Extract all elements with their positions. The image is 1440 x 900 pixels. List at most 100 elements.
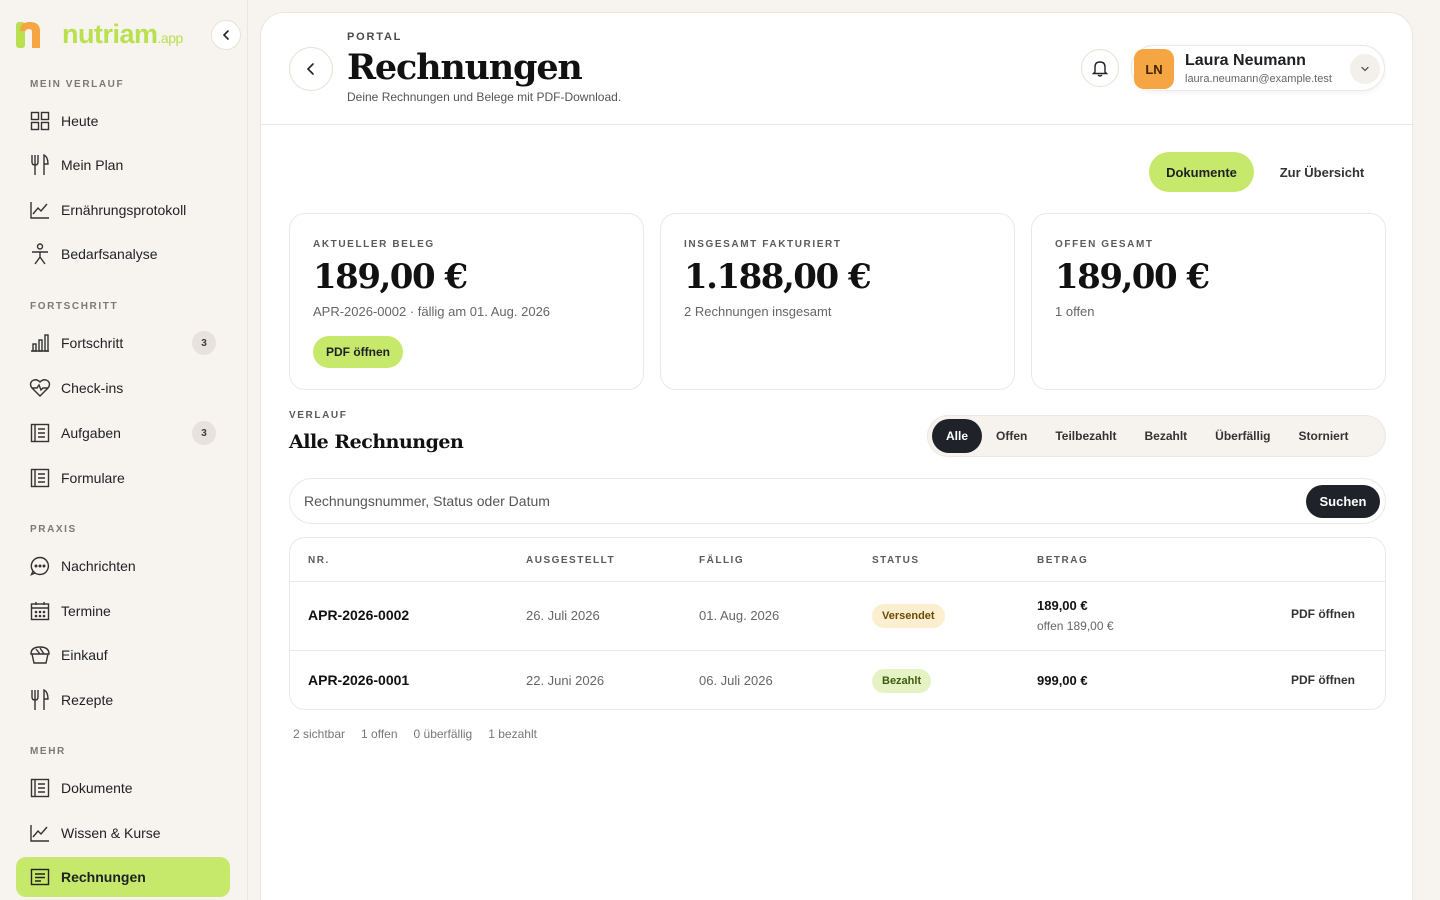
person-icon [29, 243, 51, 265]
open-pdf-button[interactable]: PDF öffnen [313, 336, 403, 368]
documents-button[interactable]: Dokumente [1149, 152, 1254, 192]
nav-section-praxis: PRAXIS [30, 524, 77, 535]
history-title: Alle Rechnungen [289, 431, 464, 453]
column-header-nr: NR. [308, 555, 330, 566]
table-header: NR. AUSGESTELLT FÄLLIG STATUS BETRAG [290, 538, 1385, 582]
heart-pulse-icon [29, 377, 51, 399]
avatar: LN [1134, 49, 1174, 89]
open-pdf-link[interactable]: PDF öffnen [1291, 673, 1355, 687]
column-header-issued: AUSGESTELLT [526, 555, 616, 566]
sidebar-item-formulare[interactable]: Formulare [16, 458, 230, 498]
history-eyebrow: VERLAUF [289, 410, 348, 421]
grid-icon [29, 110, 51, 132]
form-icon [29, 467, 51, 489]
stat-card-current: AKTUELLER BELEG 189,00 € APR-2026-0002 ·… [289, 213, 644, 390]
sidebar-item-ernaehrungsprotokoll[interactable]: Ernährungsprotokoll [16, 190, 230, 230]
nav-section-fortschritt: FORTSCHRITT [30, 301, 119, 312]
filter-ueberfaellig[interactable]: Überfällig [1201, 419, 1284, 453]
user-email: laura.neumann@example.test [1185, 73, 1332, 85]
sidebar-item-heute[interactable]: Heute [16, 101, 230, 141]
sidebar-item-termine[interactable]: Termine [16, 591, 230, 631]
brand-name: nutriam.app [62, 18, 183, 49]
overview-button[interactable]: Zur Übersicht [1266, 152, 1378, 192]
summary-counts: 2 sichtbar 1 offen 0 überfällig 1 bezahl… [293, 727, 537, 741]
column-header-amount: BETRAG [1037, 555, 1089, 566]
sidebar-item-mein-plan[interactable]: Mein Plan [16, 145, 230, 185]
open-pdf-link[interactable]: PDF öffnen [1291, 607, 1355, 621]
calendar-icon [29, 600, 51, 622]
count-badge: 3 [192, 421, 216, 445]
sidebar-item-label: Ernährungsprotokoll [61, 202, 187, 218]
count-open: 1 offen [361, 727, 398, 741]
filter-storniert[interactable]: Storniert [1285, 419, 1363, 453]
status-badge: Versendet [872, 604, 945, 628]
sidebar-item-label: Nachrichten [61, 558, 136, 574]
sidebar-item-dokumente[interactable]: Dokumente [16, 768, 230, 808]
table-row[interactable]: APR-2026-0001 22. Juni 2026 06. Juli 202… [290, 651, 1385, 709]
status-badge: Bezahlt [872, 669, 932, 693]
sidebar-item-nachrichten[interactable]: Nachrichten [16, 546, 230, 586]
page-subtitle: Deine Rechnungen und Belege mit PDF-Down… [347, 90, 622, 104]
sidebar-item-fortschritt[interactable]: Fortschritt 3 [16, 323, 230, 363]
notifications-button[interactable] [1081, 49, 1119, 87]
invoice-issued: 22. Juni 2026 [526, 673, 605, 688]
filter-bezahlt[interactable]: Bezahlt [1130, 419, 1201, 453]
invoice-number: APR-2026-0002 [308, 607, 410, 623]
brand-logo[interactable]: nutriam.app [16, 18, 183, 50]
collapse-sidebar-button[interactable] [211, 20, 241, 50]
sidebar-item-check-ins[interactable]: Check-ins [16, 368, 230, 408]
stat-subtext: 1 offen [1055, 304, 1095, 319]
sidebar-item-label: Wissen & Kurse [61, 825, 161, 841]
chevron-left-icon [306, 63, 314, 75]
sidebar-item-rezepte[interactable]: Rezepte [16, 680, 230, 720]
sidebar-item-label: Termine [61, 603, 111, 619]
invoice-amount: 999,00 € [1037, 673, 1088, 688]
line-chart-icon [29, 822, 51, 844]
stat-card-total: INSGESAMT FAKTURIERT 1.188,00 € 2 Rechnu… [660, 213, 1015, 390]
stat-subtext: APR-2026-0002 · fällig am 01. Aug. 2026 [313, 304, 551, 319]
search-button[interactable]: Suchen [1306, 485, 1380, 518]
table-row[interactable]: APR-2026-0002 26. Juli 2026 01. Aug. 202… [290, 582, 1385, 651]
stat-value: 189,00 € [313, 257, 468, 297]
filter-teilbezahlt[interactable]: Teilbezahlt [1041, 419, 1130, 453]
document-icon [29, 777, 51, 799]
sidebar-item-einkauf[interactable]: Einkauf [16, 635, 230, 675]
count-visible: 2 sichtbar [293, 727, 346, 741]
stat-value: 189,00 € [1055, 257, 1210, 297]
sidebar-item-aufgaben[interactable]: Aufgaben 3 [16, 413, 230, 453]
invoice-amount: 189,00 € [1037, 598, 1088, 613]
stat-subtext: 2 Rechnungen insgesamt [684, 304, 832, 319]
sidebar-item-label: Heute [61, 113, 99, 129]
sidebar-item-wissen-kurse[interactable]: Wissen & Kurse [16, 813, 230, 853]
stat-label: OFFEN GESAMT [1055, 239, 1154, 250]
invoice-issued: 26. Juli 2026 [526, 608, 600, 623]
column-header-due: FÄLLIG [699, 555, 745, 566]
invoice-due: 06. Juli 2026 [699, 673, 773, 688]
status-filter-group: Alle Offen Teilbezahlt Bezahlt Überfälli… [927, 415, 1386, 457]
filter-offen[interactable]: Offen [982, 419, 1041, 453]
sidebar-item-rechnungen[interactable]: Rechnungen [16, 857, 230, 897]
count-badge: 3 [192, 331, 216, 355]
user-menu-toggle[interactable] [1350, 54, 1380, 84]
back-button[interactable] [289, 47, 333, 91]
invoice-due: 01. Aug. 2026 [699, 608, 780, 623]
filter-alle[interactable]: Alle [932, 419, 983, 453]
stat-value: 1.188,00 € [684, 257, 872, 297]
user-name: Laura Neumann [1185, 52, 1306, 69]
stat-label: AKTUELLER BELEG [313, 239, 435, 250]
chevron-down-icon [1361, 66, 1369, 72]
search-bar: Suchen [289, 478, 1386, 524]
invoice-table: NR. AUSGESTELLT FÄLLIG STATUS BETRAG APR… [289, 537, 1386, 710]
main-panel: PORTAL Rechnungen Deine Rechnungen und B… [260, 12, 1414, 900]
bell-icon [1092, 61, 1108, 77]
brand-mark-icon [16, 20, 46, 48]
invoice-open-amount: offen 189,00 € [1037, 619, 1114, 633]
search-input[interactable] [304, 479, 1284, 523]
fork-knife-icon [29, 689, 51, 711]
sidebar-item-label: Bedarfsanalyse [61, 246, 158, 262]
line-chart-icon [29, 199, 51, 221]
user-menu[interactable]: LN Laura Neumann laura.neumann@example.t… [1131, 45, 1385, 91]
invoice-number: APR-2026-0001 [308, 672, 410, 688]
sidebar-item-bedarfsanalyse[interactable]: Bedarfsanalyse [16, 234, 230, 274]
page-header: PORTAL Rechnungen Deine Rechnungen und B… [261, 13, 1414, 125]
